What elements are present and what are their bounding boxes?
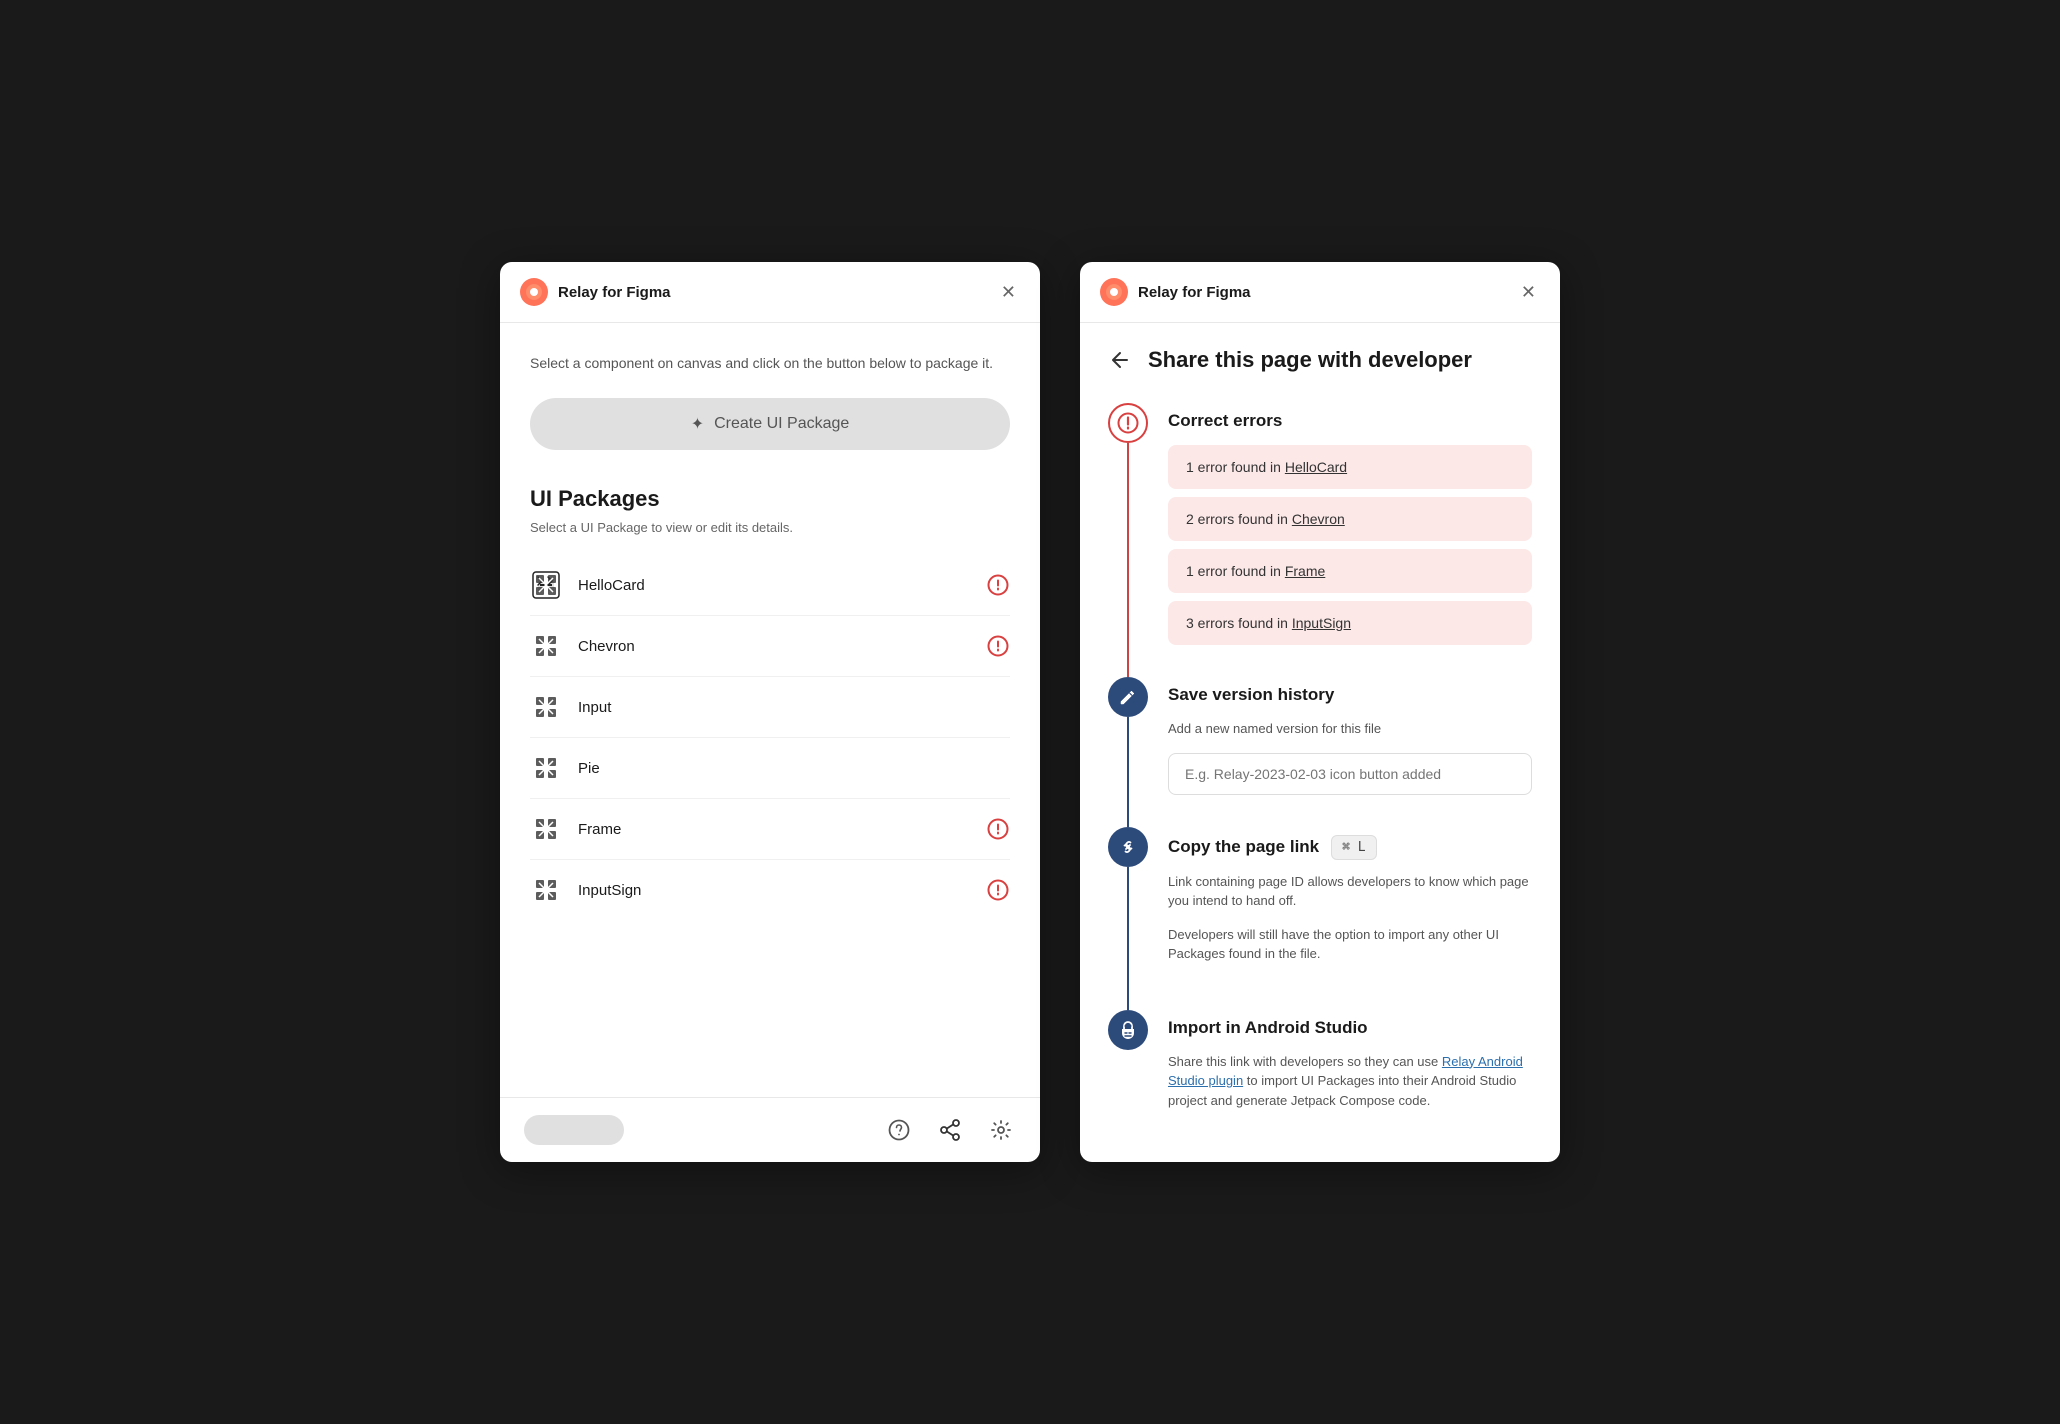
android-step-circle [1108,1010,1148,1050]
ui-packages-subtitle: Select a UI Package to view or edit its … [530,520,1010,535]
step-indicator-col-4 [1108,1010,1148,1125]
list-item[interactable]: HelloCard [530,555,1010,616]
relay-logo-icon-right [1100,278,1128,306]
keyboard-shortcut-badge: ⌘ L [1331,835,1376,860]
error-link[interactable]: Chevron [1292,511,1345,527]
create-btn-label: Create UI Package [714,415,849,433]
android-desc-prefix: Share this link with developers so they … [1168,1054,1442,1069]
copy-link-row: Copy the page link ⌘ L [1168,827,1532,860]
package-name: Input [578,699,1010,716]
ui-packages-heading: UI Packages [530,486,1010,512]
settings-button[interactable] [986,1115,1016,1145]
error-card[interactable]: 3 errors found in InputSign [1168,601,1532,645]
step-save-version: Save version history Add a new named ver… [1108,677,1532,827]
version-input[interactable] [1168,753,1532,795]
error-badge [986,817,1010,841]
right-panel-body: Share this page with developer Correct e… [1080,323,1560,1162]
error-text: 1 error found in [1186,563,1285,579]
left-panel-footer [500,1097,1040,1162]
description-text: Select a component on canvas and click o… [530,353,1010,374]
step-content-4: Import in Android Studio Share this link… [1168,1010,1532,1125]
copy-link-heading: Copy the page link [1168,837,1319,857]
step-line-1 [1127,443,1129,677]
error-badge [986,878,1010,902]
step-correct-errors: Correct errors 1 error found in HelloCar… [1108,403,1532,677]
error-text: 1 error found in [1186,459,1285,475]
list-item[interactable]: Chevron [530,616,1010,677]
pencil-step-circle [1108,677,1148,717]
package-name: InputSign [578,882,986,899]
error-badge [986,573,1010,597]
back-button[interactable] [1108,348,1132,372]
package-name: Chevron [578,638,986,655]
right-panel: Relay for Figma ✕ Share this page with d… [1080,262,1560,1162]
back-header: Share this page with developer [1108,347,1532,373]
right-panel-close-button[interactable]: ✕ [1517,279,1540,305]
step-android: Import in Android Studio Share this link… [1108,1010,1532,1125]
package-icon [530,691,562,723]
copy-link-desc1: Link containing page ID allows developer… [1168,872,1532,911]
step-line-3 [1127,867,1129,1010]
error-card[interactable]: 1 error found in Frame [1168,549,1532,593]
error-text: 2 errors found in [1186,511,1292,527]
steps-container: Correct errors 1 error found in HelloCar… [1108,403,1532,1124]
left-panel-title: Relay for Figma [558,284,671,301]
error-text: 3 errors found in [1186,615,1292,631]
error-link[interactable]: Frame [1285,563,1325,579]
footer-pill [524,1115,624,1145]
copy-link-desc2: Developers will still have the option to… [1168,925,1532,964]
step-indicator-col-3 [1108,827,1148,1010]
error-card[interactable]: 2 errors found in Chevron [1168,497,1532,541]
step-content-1: Correct errors 1 error found in HelloCar… [1168,403,1532,677]
package-icon [530,874,562,906]
step-indicator-col-1 [1108,403,1148,677]
list-item[interactable]: InputSign [530,860,1010,920]
package-name: Pie [578,760,1010,777]
package-icon [530,752,562,784]
left-panel-close-button[interactable]: ✕ [997,279,1020,305]
package-icon [530,569,562,601]
package-name: HelloCard [578,577,986,594]
left-panel: Relay for Figma ✕ Select a component on … [500,262,1040,1162]
save-version-desc: Add a new named version for this file [1168,719,1532,739]
package-list: HelloCard [530,555,1010,920]
footer-actions [884,1114,1016,1146]
android-heading: Import in Android Studio [1168,1010,1532,1038]
step-line-2 [1127,717,1129,827]
error-card[interactable]: 1 error found in HelloCard [1168,445,1532,489]
package-icon [530,813,562,845]
link-step-circle [1108,827,1148,867]
error-link[interactable]: HelloCard [1285,459,1347,475]
error-link[interactable]: InputSign [1292,615,1351,631]
step-indicator-col-2 [1108,677,1148,827]
create-ui-package-button[interactable]: ✦ Create UI Package [530,398,1010,450]
share-button[interactable] [934,1114,966,1146]
list-item[interactable]: Input [530,677,1010,738]
android-desc: Share this link with developers so they … [1168,1052,1532,1111]
left-panel-header: Relay for Figma ✕ [500,262,1040,323]
correct-errors-heading: Correct errors [1168,403,1532,431]
save-version-heading: Save version history [1168,677,1532,705]
right-panel-title-area: Relay for Figma [1100,278,1251,306]
right-panel-title: Share this page with developer [1148,347,1472,373]
package-name: Frame [578,821,986,838]
relay-logo-icon [520,278,548,306]
step-content-3: Copy the page link ⌘ L Link containing p… [1168,827,1532,1010]
step-copy-link: Copy the page link ⌘ L Link containing p… [1108,827,1532,1010]
right-panel-header: Relay for Figma ✕ [1080,262,1560,323]
left-panel-body: Select a component on canvas and click o… [500,323,1040,1097]
magic-wand-icon: ✦ [691,414,704,434]
package-icon [530,630,562,662]
error-badge [986,634,1010,658]
help-button[interactable] [884,1115,914,1145]
list-item[interactable]: Pie [530,738,1010,799]
list-item[interactable]: Frame [530,799,1010,860]
left-panel-title-area: Relay for Figma [520,278,671,306]
step-content-2: Save version history Add a new named ver… [1168,677,1532,827]
error-step-circle [1108,403,1148,443]
right-panel-header-title: Relay for Figma [1138,284,1251,301]
